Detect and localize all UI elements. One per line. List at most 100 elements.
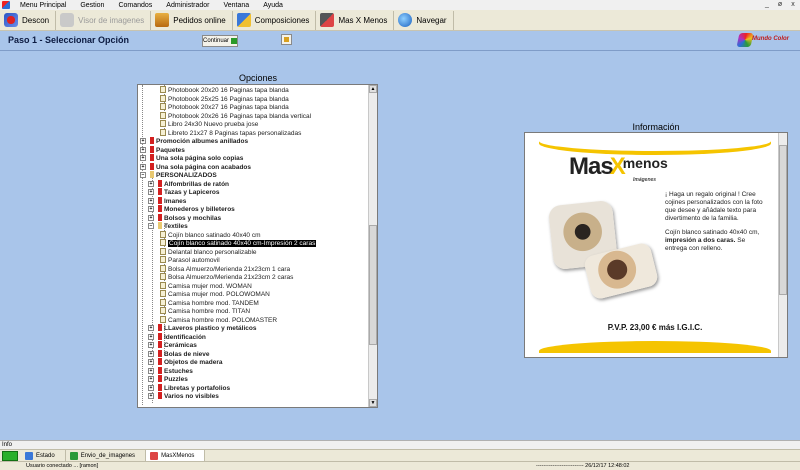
expand-icon[interactable]: + (140, 163, 146, 170)
tree-item[interactable]: Bolsa Almuerzo/Merienda 21x23cm 1 cara (160, 264, 290, 274)
masxmenos-button[interactable]: Mas X Menos (316, 10, 395, 30)
tree-item-label: Photobook 20x26 16 Paginas tapa blanda v… (168, 112, 312, 120)
tree-category[interactable]: + Imanes (148, 196, 186, 206)
document-icon (160, 120, 166, 127)
expand-icon[interactable]: + (140, 138, 146, 144)
tree-item[interactable]: Delantal blanco personalizable (160, 247, 257, 257)
tree-category[interactable]: − PERSONALIZADOS (140, 171, 217, 180)
tree-category[interactable]: + Promoción albumes anillados (140, 137, 248, 146)
expand-icon[interactable]: + (148, 350, 154, 357)
menu-item-ayuda[interactable]: Ayuda (256, 2, 290, 9)
disconnect-button[interactable]: Descon (0, 10, 57, 30)
edit-button[interactable] (281, 34, 292, 45)
tree-category[interactable]: + Paquetes (140, 145, 185, 155)
browse-label: Navegar (416, 15, 447, 25)
task-estado[interactable]: Estado (21, 450, 66, 461)
tree-item[interactable]: Libro 24x30 Nuevo prueba jose (160, 120, 258, 129)
close-button[interactable]: x (788, 1, 798, 8)
tree-category[interactable]: + Puzzles (148, 375, 188, 384)
tree-category[interactable]: + Tazas y Lapiceros (148, 188, 220, 197)
info-scrollbar[interactable] (778, 133, 787, 357)
restore-button[interactable]: ø (775, 1, 785, 8)
menu-item-principal[interactable]: Menu Principal (13, 2, 73, 9)
task-envio[interactable]: Envio_de_imagenes (66, 450, 147, 461)
expand-icon[interactable]: + (148, 197, 154, 204)
compositions-button[interactable]: Composiciones (233, 10, 317, 30)
scroll-thumb[interactable] (369, 225, 377, 345)
tree-category[interactable]: + Alfombrillas de ratón (148, 179, 229, 189)
expand-icon[interactable]: + (148, 214, 154, 221)
scroll-down-icon[interactable]: ▼ (369, 399, 377, 407)
tree-item[interactable]: Photobook 25x25 16 Paginas tapa blanda (160, 94, 289, 104)
image-viewer-button[interactable]: Visor de imagenes (56, 10, 152, 30)
info-bar: Info (0, 440, 800, 449)
tree-category[interactable]: + Identificación (148, 332, 206, 342)
online-orders-label: Pedidos online (173, 15, 226, 25)
expand-icon[interactable]: + (148, 367, 154, 374)
menu-item-gestion[interactable]: Gestion (73, 2, 111, 9)
tree-item[interactable]: Camisa hombre mod. TITAN (160, 307, 250, 316)
tree-category[interactable]: + Cerámicas (148, 341, 197, 350)
task-masxmenos[interactable]: MasXMenos (146, 450, 206, 461)
minimize-button[interactable]: _ (762, 1, 772, 8)
tree-category[interactable]: + Una sola página con acabados (140, 162, 251, 172)
expand-icon[interactable]: + (148, 342, 154, 348)
tree-category[interactable]: − Textiles (148, 222, 188, 231)
menu-item-administrador[interactable]: Administrador (159, 2, 216, 9)
tree-item-label: Bolsa Almuerzo/Merienda 21x23cm 2 caras (168, 274, 294, 281)
tree-category[interactable]: + Varios no visibles (148, 392, 219, 401)
window-controls: _ ø x (762, 1, 798, 8)
tree-category[interactable]: + Bolsos y mochilas (148, 213, 221, 223)
expand-icon[interactable]: + (140, 146, 146, 153)
menu-item-comandos[interactable]: Comandos (111, 2, 159, 9)
logo-mas: Mas (569, 153, 614, 180)
online-orders-button[interactable]: Pedidos online (151, 10, 233, 30)
tree-category[interactable]: + Bolas de nieve (148, 349, 210, 359)
tree-item[interactable]: Camisa mujer mod. WOMAN (160, 281, 252, 291)
expand-icon[interactable]: + (148, 206, 154, 212)
collapse-icon[interactable]: − (140, 172, 146, 178)
tree-item[interactable]: Libreto 21x27 8 Paginas tapas personaliz… (160, 128, 301, 138)
tree-category[interactable]: + Una sola página solo copias (140, 154, 243, 163)
tree-category[interactable]: + Monederos y billeteros (148, 205, 235, 214)
tree-item[interactable]: Camisa hombre mod. POLOMASTER (160, 315, 277, 325)
browse-button[interactable]: Navegar (394, 10, 454, 30)
collapse-icon[interactable]: − (148, 223, 154, 229)
tree-item[interactable]: Photobook 20x27 16 Paginas tapa blanda (160, 103, 289, 112)
tree-category[interactable]: + Estuches (148, 366, 193, 376)
expand-icon[interactable]: + (140, 155, 146, 161)
tree-item-label: Estuches (164, 367, 193, 375)
options-scrollbar[interactable]: ▲ ▼ (368, 85, 377, 407)
expand-icon[interactable]: + (148, 325, 154, 331)
disconnect-label: Descon (22, 15, 50, 25)
expand-icon[interactable]: + (148, 359, 154, 365)
tree-item[interactable]: Parasol automovil (160, 256, 220, 265)
tree-item-label: Camisa mujer mod. POLOWOMAN (168, 291, 270, 298)
expand-icon[interactable]: + (148, 393, 154, 399)
expand-icon[interactable]: + (148, 333, 154, 340)
logo-sub: Imágenes (633, 177, 657, 183)
tree-category[interactable]: + Libretas y portafolios (148, 383, 230, 393)
tree-item[interactable]: Camisa mujer mod. POLOWOMAN (160, 290, 270, 299)
tree-category[interactable]: + LLaveros plastico y metálicos (148, 324, 256, 333)
tree-item[interactable]: Cojín blanco satinado 40x40 cm-Impresión… (160, 239, 317, 248)
tree-item[interactable]: Camisa hombre mod. TANDEM (160, 298, 259, 308)
info-label: Info (2, 442, 13, 448)
tree-category[interactable]: + Objetos de madera (148, 358, 223, 367)
tree-item[interactable]: Bolsa Almuerzo/Merienda 21x23cm 2 caras (160, 273, 293, 282)
options-panel: Photobook 20x20 16 Paginas tapa blanda Ph… (137, 84, 378, 408)
document-icon (160, 256, 166, 263)
description-p1: ¡ Haga un regalo original ! Cree cojines… (665, 191, 763, 222)
info-scroll-thumb[interactable] (779, 145, 787, 295)
category-flag-icon (158, 341, 162, 348)
expand-icon[interactable]: + (148, 384, 154, 391)
expand-icon[interactable]: + (148, 376, 154, 382)
tree-item[interactable]: Photobook 20x26 16 Paginas tapa blanda v… (160, 111, 312, 121)
menu-item-ventana[interactable]: Ventana (216, 2, 256, 9)
scroll-up-icon[interactable]: ▲ (369, 85, 377, 93)
tree-item[interactable]: Cojín blanco satinado 40x40 cm (160, 230, 261, 240)
continue-button[interactable]: Continuar (202, 35, 238, 47)
expand-icon[interactable]: + (148, 189, 154, 195)
tree-item[interactable]: Photobook 20x20 16 Paginas tapa blanda (160, 86, 289, 95)
expand-icon[interactable]: + (148, 180, 154, 187)
